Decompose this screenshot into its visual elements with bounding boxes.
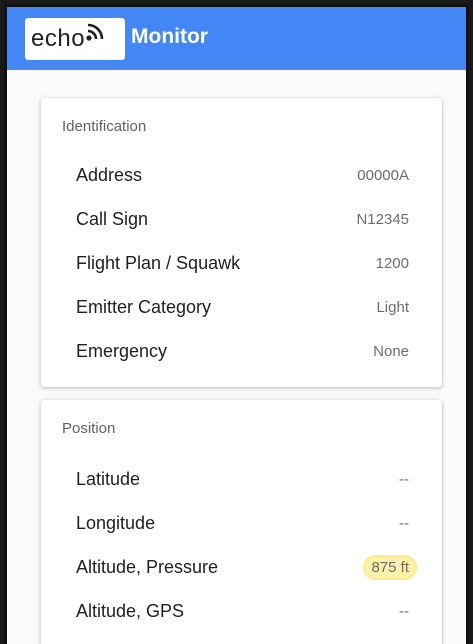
row-altitude-pressure: Altitude, Pressure 875 ft (76, 554, 415, 580)
row-call-sign: Call Sign N12345 (76, 206, 409, 232)
row-value: 00000A (357, 166, 409, 184)
row-label: Emitter Category (76, 296, 212, 317)
row-label: Longitude (76, 512, 156, 533)
row-longitude: Longitude -- (76, 510, 409, 536)
row-label: Latitude (76, 468, 141, 489)
row-label: Call Sign (76, 208, 149, 229)
echo-logo[interactable]: echo (25, 18, 125, 60)
row-label: Altitude, GPS (76, 600, 185, 621)
identification-title: Identification (62, 118, 147, 135)
position-title: Position (62, 420, 116, 437)
logo-text: echo (31, 25, 86, 52)
position-card: Position Latitude -- Longitude -- Altitu… (41, 400, 442, 644)
row-label: Flight Plan / Squawk (76, 252, 241, 273)
row-address: Address 00000A (76, 162, 409, 188)
row-value: 1200 (375, 254, 409, 272)
row-flight-plan: Flight Plan / Squawk 1200 (76, 250, 409, 276)
row-value: None (373, 342, 409, 360)
signal-wave-icon (86, 23, 106, 46)
row-altitude-gps: Altitude, GPS -- (76, 598, 409, 624)
row-emitter-category: Emitter Category Light (76, 294, 409, 320)
row-label: Altitude, Pressure (76, 556, 219, 577)
row-label: Emergency (76, 340, 168, 361)
row-value: -- (399, 602, 409, 620)
row-latitude: Latitude -- (76, 466, 409, 492)
row-label: Address (76, 164, 143, 185)
app-bar: echo Monitor (7, 7, 466, 70)
row-value-highlighted: 875 ft (365, 556, 415, 578)
app-title: Monitor (131, 25, 208, 48)
row-emergency: Emergency None (76, 338, 409, 364)
row-value: N12345 (356, 210, 409, 228)
row-value: -- (399, 514, 409, 532)
row-value: Light (376, 298, 409, 316)
row-value: -- (399, 470, 409, 488)
identification-card: Identification Address 00000A Call Sign … (41, 98, 442, 387)
app-window: echo Monitor Identification Address 0000… (4, 4, 469, 644)
